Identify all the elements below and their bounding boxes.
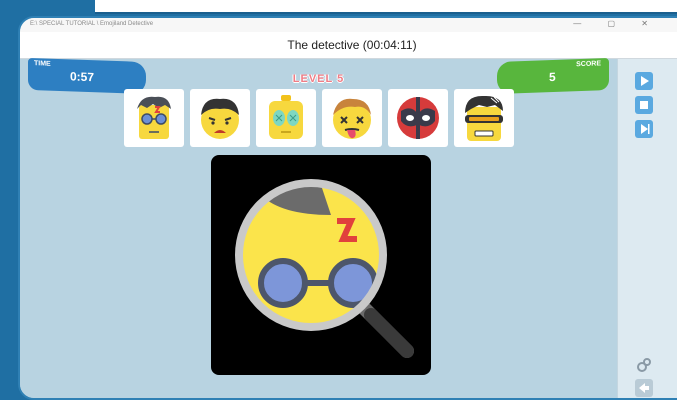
window-controls[interactable]: — ▢ ✕ — [573, 19, 660, 28]
tool-sidebar — [617, 59, 677, 398]
stop-icon — [635, 96, 653, 114]
window-titlebar: E:\ SPECIAL TUTORIAL \ Emojiland Detecti… — [20, 18, 677, 32]
dizzy-tongue-emoji-icon — [333, 98, 371, 139]
strip-notch — [95, 0, 105, 12]
level-title: LEVEL 5 — [292, 73, 345, 85]
clue-image — [211, 155, 431, 375]
settings-icon — [637, 358, 651, 372]
magnifier-harry-potter-icon — [235, 179, 414, 358]
play-button[interactable] — [635, 72, 653, 90]
game-header: The detective (00:04:11) — [20, 32, 677, 59]
sad-boy-emoji-icon — [201, 98, 239, 139]
alien-robot-emoji-icon — [269, 95, 303, 139]
emoji-card-5[interactable] — [388, 89, 448, 147]
emoji-card-4[interactable] — [322, 89, 382, 147]
app-window: E:\ SPECIAL TUTORIAL \ Emojiland Detecti… — [18, 16, 677, 400]
stop-button[interactable] — [635, 96, 653, 114]
page-title: The detective (00:04:11) — [287, 38, 417, 52]
next-button[interactable] — [635, 120, 653, 138]
settings-button[interactable] — [635, 356, 653, 374]
game-board: TIME 0:57 SCORE 5 LEVEL 5 — [20, 57, 617, 398]
emoji-card-2[interactable] — [190, 89, 250, 147]
cyclops-emoji-icon — [465, 95, 503, 141]
top-strip — [95, 0, 677, 14]
window-caption: E:\ SPECIAL TUTORIAL \ Emojiland Detecti… — [30, 21, 154, 27]
score-label: SCORE — [576, 60, 601, 69]
emoji-card-6[interactable] — [454, 89, 514, 147]
emoji-card-1[interactable] — [124, 89, 184, 147]
harry-potter-emoji-icon — [137, 96, 171, 139]
deadpool-mask-icon — [397, 97, 439, 139]
play-icon — [635, 72, 653, 90]
time-label: TIME — [34, 60, 51, 68]
next-icon — [635, 120, 653, 138]
emoji-card-3[interactable] — [256, 89, 316, 147]
